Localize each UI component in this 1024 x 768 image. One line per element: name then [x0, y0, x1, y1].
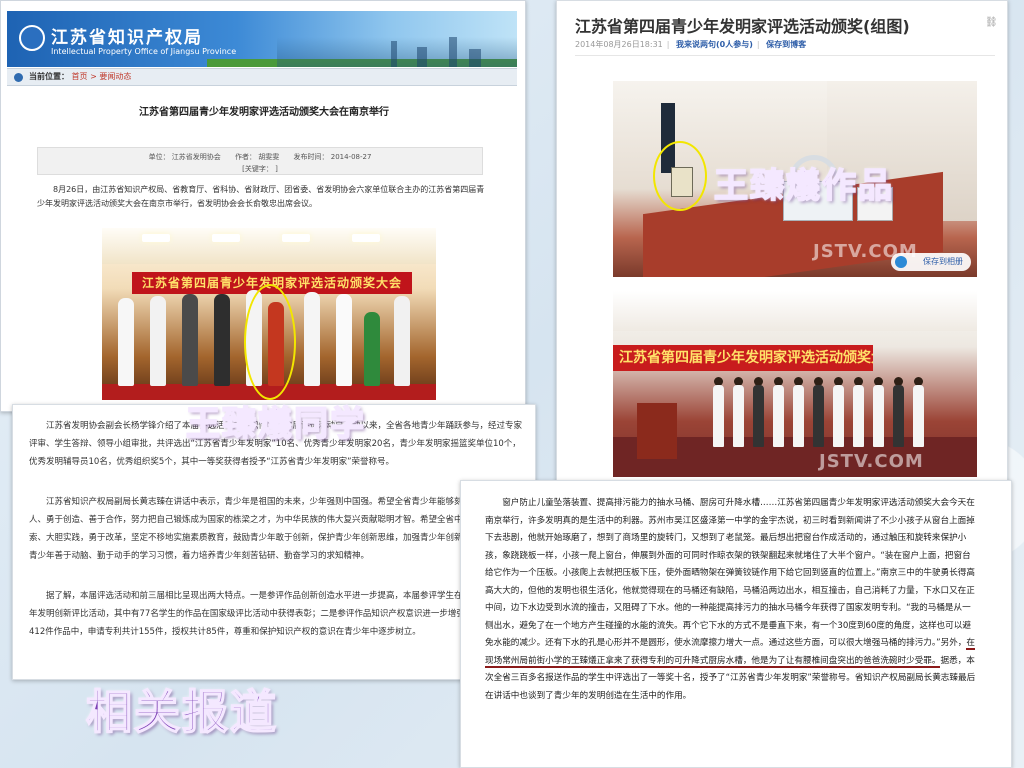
article-title: 江苏省第四届青少年发明家评选活动颁奖大会在南京举行 [139, 107, 389, 118]
breadcrumb-label: 当前位置： [29, 72, 69, 81]
meta-unit: 单位： 江苏省发明协会 [148, 153, 221, 161]
podium [637, 403, 677, 459]
skyline-tower [449, 37, 457, 67]
article-lead: 8月26日，由江苏省知识产权局、省教育厅、省科协、省财政厅、团省委、省发明协会六… [37, 185, 485, 208]
highlight-circle [653, 141, 707, 211]
left-article-text-panel: 江苏省发明协会副会长杨学锋介绍了本届评选活动的组织情况。本届评选活动自启动以来，… [12, 404, 536, 680]
news-date: 2014年08月26日18:31 [575, 40, 663, 49]
photo-banner-text: 江苏省第四届青少年发明家评选活动颁奖大会 [613, 345, 873, 371]
news-title: 江苏省第四届青少年发明家评选活动颁奖(组图) [575, 17, 910, 36]
save-to-blog-link[interactable]: 保存到博客 [766, 40, 806, 49]
article-text-part1: 窗户防止儿童坠落装置、提高排污能力的抽水马桶、厨房可升降水槽……江苏省第四届青少… [485, 498, 975, 648]
link-icon[interactable]: ⛓ [985, 17, 998, 29]
paragraph-3: 据了解，本届评选活动和前三届相比呈现出两大特点。一是参评作品创新创造水平进一步提… [29, 591, 523, 637]
watermark: JSTV.COM [819, 451, 924, 472]
skyline-tower [391, 41, 397, 67]
site-banner: 江苏省知识产权局 Intellectual Property Office of… [7, 11, 517, 67]
meta-keywords: [关键字： ] [242, 165, 278, 173]
location-icon [14, 73, 23, 82]
meta-author: 作者： 胡雯雯 [235, 153, 280, 161]
jipo-article-panel: 江苏省知识产权局 Intellectual Property Office of… [0, 0, 526, 412]
paragraph-2: 江苏省知识产权局副局长黄志臻在讲话中表示，青少年是祖国的未来，少年强则中国强。希… [29, 497, 523, 561]
article-body: 窗户防止儿童坠落装置、提高排污能力的抽水马桶、厨房可升降水槽……江苏省第四届青少… [485, 495, 979, 767]
breadcrumb-link[interactable]: 首页 > 要闻动态 [72, 72, 132, 81]
divider [575, 55, 995, 56]
banner-skyline [277, 37, 517, 67]
save-to-album-button[interactable]: 保存到相册 [891, 253, 971, 271]
album-icon [895, 256, 907, 268]
breadcrumb: 当前位置： 首页 > 要闻动态 [7, 68, 517, 86]
caption-work: 王臻燨作品 [713, 165, 894, 207]
office-logo [19, 25, 45, 51]
skyline-tower [469, 49, 481, 67]
news-meta: 2014年08月26日18:31 | 我来说两句(0人参与) | 保存到博客 [575, 40, 807, 49]
caption-student: 王臻燨同学 [185, 403, 366, 445]
site-name-en: Intellectual Property Office of Jiangsu … [51, 47, 237, 56]
comment-link[interactable]: 我来说两句(0人参与) [676, 40, 753, 49]
article-meta: 单位： 江苏省发明协会 作者： 胡雯雯 发布时间： 2014-08-27 [关键… [37, 147, 483, 175]
site-name: 江苏省知识产权局 [51, 28, 203, 48]
skyline-tower [417, 47, 427, 67]
caption-related-reports: 相关报道 [85, 684, 278, 740]
news-article-panel: 江苏省第四届青少年发明家评选活动颁奖(组图) ⛓ 2014年08月26日18:3… [556, 0, 1008, 488]
save-to-album-label: 保存到相册 [923, 257, 963, 266]
ceremony-hall-photo: 江苏省第四届青少年发明家评选活动颁奖大会 JSTV.COM [613, 291, 977, 477]
meta-date: 发布时间： 2014-08-27 [293, 153, 372, 161]
highlight-circle [244, 284, 296, 400]
right-article-text-panel: 窗户防止儿童坠落装置、提高排污能力的抽水马桶、厨房可升降水槽……江苏省第四届青少… [460, 480, 1012, 768]
